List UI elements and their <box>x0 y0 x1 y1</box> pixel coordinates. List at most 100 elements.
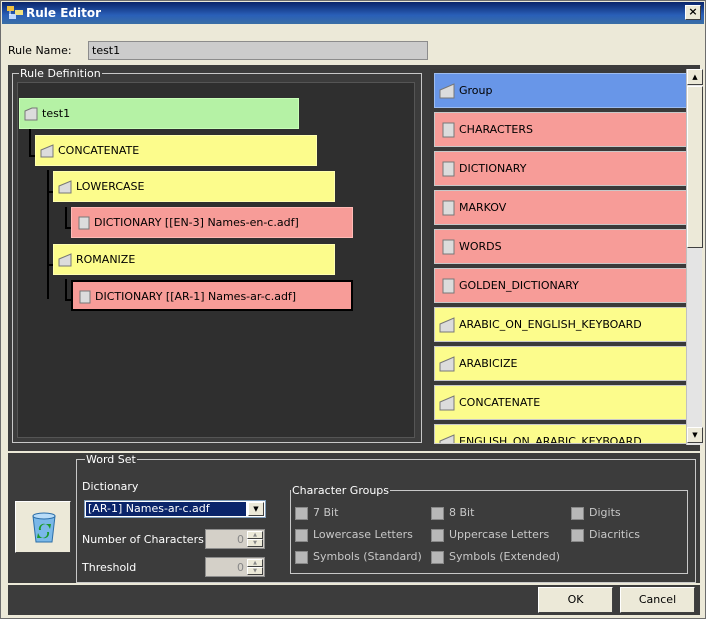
palette-item-arabicize[interactable]: ARABICIZE <box>434 346 690 381</box>
close-button[interactable]: × <box>685 5 701 20</box>
checkbox-box[interactable] <box>431 506 444 520</box>
operator-icon <box>439 317 455 333</box>
operator-icon <box>439 434 455 443</box>
delete-button[interactable] <box>15 501 71 553</box>
tree-connector <box>47 170 49 299</box>
rule-name-input[interactable]: test1 <box>88 41 428 60</box>
threshold-spinner[interactable]: 0 ▲ ▼ <box>205 557 265 577</box>
palette-item-words[interactable]: WORDS <box>434 229 690 264</box>
spin-up-icon[interactable]: ▲ <box>247 531 263 539</box>
operator-icon <box>58 180 72 194</box>
tree-connector <box>65 279 67 301</box>
palette-item-label: MARKOV <box>459 201 507 214</box>
threshold-value: 0 <box>237 561 244 574</box>
cancel-button[interactable]: Cancel <box>620 587 695 613</box>
checkbox-diacritics[interactable]: Diacritics <box>571 528 640 542</box>
palette-item-label: CONCATENATE <box>459 396 541 409</box>
spinner-buttons[interactable]: ▲ ▼ <box>247 559 263 575</box>
scroll-thumb[interactable] <box>687 86 703 248</box>
recycle-bin-icon <box>32 512 56 543</box>
checkbox-label: 8 Bit <box>449 506 475 519</box>
palette-item-arabic-on-english-keyboard[interactable]: ARABIC_ON_ENGLISH_KEYBOARD <box>434 307 690 342</box>
dialog-button-bar: OK Cancel <box>8 585 700 615</box>
checkbox-7-bit[interactable]: 7 Bit <box>295 506 338 520</box>
tree-node-label: test1 <box>42 107 71 120</box>
word-set-group: Word Set Dictionary [AR-1] Names-ar-c.ad… <box>76 453 696 583</box>
dictionary-icon <box>79 290 91 304</box>
spinner-buttons[interactable]: ▲ ▼ <box>247 531 263 547</box>
rule-editor-window: Rule Editor × Rule Name: test1 Rule Defi… <box>0 0 706 619</box>
checkbox-box[interactable] <box>571 528 584 542</box>
palette-item-english-on-arabic-keyboard[interactable]: ENGLISH_ON_ARABIC_KEYBOARD <box>434 424 690 444</box>
spin-down-icon[interactable]: ▼ <box>247 567 263 575</box>
number-of-characters-label: Number of Characters <box>82 533 204 546</box>
tree-node-romanize[interactable]: ROMANIZE <box>53 244 335 275</box>
properties-panel: Word Set Dictionary [AR-1] Names-ar-c.ad… <box>8 453 700 583</box>
rule-name-row: Rule Name: test1 <box>2 39 704 63</box>
checkbox-box[interactable] <box>295 506 308 520</box>
rule-name-label: Rule Name: <box>8 44 72 57</box>
checkbox-box[interactable] <box>295 528 308 542</box>
dictionary-icon <box>78 216 90 230</box>
title-bar[interactable]: Rule Editor × <box>2 2 704 24</box>
rule-definition-canvas[interactable]: test1 CONCATENATE LOWERCASE DICTIONARY [… <box>17 82 415 438</box>
checkbox-label: Uppercase Letters <box>449 528 550 541</box>
group-icon <box>439 83 455 99</box>
palette-item-markov[interactable]: MARKOV <box>434 190 690 225</box>
checkbox-symbols-standard[interactable]: Symbols (Standard) <box>295 550 422 564</box>
palette-item-group[interactable]: Group <box>434 73 690 108</box>
tree-node-label: DICTIONARY [[AR-1] Names-ar-c.adf] <box>95 290 297 303</box>
dictionary-selected-value: [AR-1] Names-ar-c.adf <box>86 502 246 516</box>
checkbox-symbols-extended[interactable]: Symbols (Extended) <box>431 550 560 564</box>
threshold-label: Threshold <box>82 561 137 574</box>
ok-button[interactable]: OK <box>538 587 613 613</box>
number-of-characters-value: 0 <box>237 533 244 546</box>
palette-item-label: ARABIC_ON_ENGLISH_KEYBOARD <box>459 318 642 331</box>
checkbox-box[interactable] <box>295 550 308 564</box>
palette-item-label: DICTIONARY <box>459 162 527 175</box>
tree-node-concatenate[interactable]: CONCATENATE <box>35 135 317 166</box>
word-set-legend: Word Set <box>85 453 137 466</box>
palette-item-dictionary[interactable]: DICTIONARY <box>434 151 690 186</box>
checkbox-label: 7 Bit <box>313 506 339 519</box>
checkbox-digits[interactable]: Digits <box>571 506 621 520</box>
checkbox-label: Symbols (Extended) <box>449 550 561 563</box>
palette-item-label: GOLDEN_DICTIONARY <box>459 279 579 292</box>
number-of-characters-spinner[interactable]: 0 ▲ ▼ <box>205 529 265 549</box>
document-icon <box>24 107 38 121</box>
operator-icon <box>439 395 455 411</box>
palette-item-characters[interactable]: CHARACTERS <box>434 112 690 147</box>
tree-node-root[interactable]: test1 <box>19 98 299 129</box>
palette-scrollbar[interactable]: ▲ ▼ <box>686 69 703 445</box>
palette-item-golden-dictionary[interactable]: GOLDEN_DICTIONARY <box>434 268 690 303</box>
checkbox-box[interactable] <box>571 506 584 520</box>
scroll-down-button[interactable]: ▼ <box>687 427 703 443</box>
character-groups-group: Character Groups 7 Bit 8 Bit Digits Lowe… <box>290 484 688 574</box>
scroll-up-button[interactable]: ▲ <box>687 69 703 85</box>
palette-item-label: ENGLISH_ON_ARABIC_KEYBOARD <box>459 435 642 444</box>
spin-up-icon[interactable]: ▲ <box>247 559 263 567</box>
tree-node-dictionary-ar[interactable]: DICTIONARY [[AR-1] Names-ar-c.adf] <box>71 280 353 311</box>
dictionary-icon <box>442 278 455 294</box>
operator-icon <box>439 356 455 372</box>
checkbox-label: Digits <box>589 506 621 519</box>
main-area: Rule Definition test1 CONCATENATE LOWERC… <box>8 65 703 451</box>
rule-editor-app-icon <box>7 6 23 19</box>
checkbox-box[interactable] <box>431 528 444 542</box>
palette-item-concatenate[interactable]: CONCATENATE <box>434 385 690 420</box>
spin-down-icon[interactable]: ▼ <box>247 539 263 547</box>
checkbox-8-bit[interactable]: 8 Bit <box>431 506 474 520</box>
tree-node-dictionary-en[interactable]: DICTIONARY [[EN-3] Names-en-c.adf] <box>71 207 353 238</box>
window-title: Rule Editor <box>26 6 102 20</box>
palette-item-label: WORDS <box>459 240 502 253</box>
chevron-down-icon[interactable]: ▼ <box>248 502 264 516</box>
component-palette[interactable]: Group CHARACTERS DICTIONARY MARKOV WORDS… <box>430 69 694 447</box>
checkbox-lowercase-letters[interactable]: Lowercase Letters <box>295 528 413 542</box>
checkbox-box[interactable] <box>431 550 444 564</box>
palette-item-label: ARABICIZE <box>459 357 518 370</box>
operator-icon <box>40 144 54 158</box>
dictionary-icon <box>442 122 455 138</box>
dictionary-select[interactable]: [AR-1] Names-ar-c.adf ▼ <box>84 500 266 518</box>
tree-node-lowercase[interactable]: LOWERCASE <box>53 171 335 202</box>
checkbox-uppercase-letters[interactable]: Uppercase Letters <box>431 528 549 542</box>
